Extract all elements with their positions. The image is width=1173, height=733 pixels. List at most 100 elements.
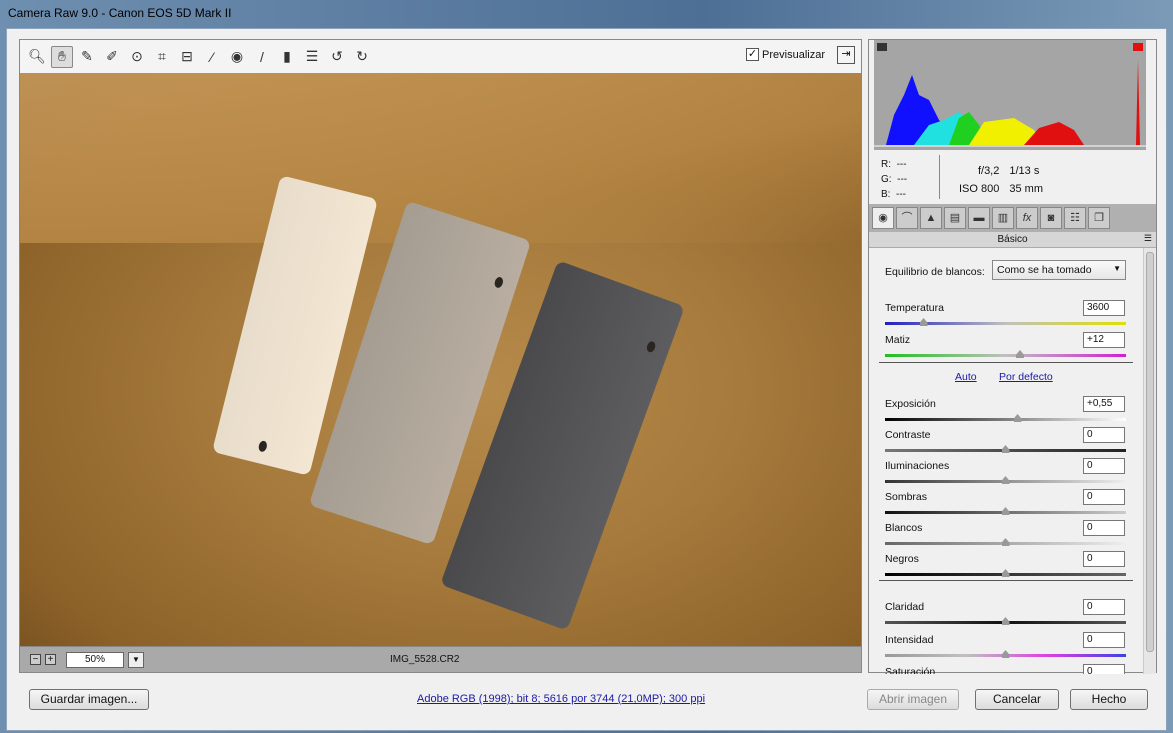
slider-value-input[interactable]: 0 bbox=[1083, 427, 1125, 443]
rotate-right-icon[interactable]: ↻ bbox=[351, 46, 373, 68]
done-button[interactable]: Hecho bbox=[1070, 689, 1148, 710]
slider-label: Sombras bbox=[885, 491, 928, 503]
zoom-tool-icon[interactable]: 🔍︎ bbox=[26, 46, 48, 68]
tab-effects-icon[interactable]: fx bbox=[1016, 207, 1038, 229]
image-status-bar: − + 50% ▼ IMG_5528.CR2 bbox=[19, 646, 862, 673]
panel-scrollbar[interactable] bbox=[1143, 248, 1156, 674]
focal-length: 35 mm bbox=[1009, 183, 1043, 195]
slider-value-input[interactable]: +12 bbox=[1083, 332, 1125, 348]
basic-panel: Equilibrio de blancos: Como se ha tomado… bbox=[869, 250, 1143, 674]
save-image-button[interactable]: Guardar imagen... bbox=[29, 689, 149, 710]
default-link[interactable]: Por defecto bbox=[999, 371, 1053, 383]
slider-thumb[interactable] bbox=[1001, 569, 1010, 577]
tab-tone-curve-icon[interactable]: ⌒ bbox=[896, 207, 918, 229]
slider-value-input[interactable]: 0 bbox=[1083, 632, 1125, 648]
tab-camera-calibration-icon[interactable]: ◙ bbox=[1040, 207, 1062, 229]
slider-track[interactable] bbox=[885, 617, 1126, 625]
chevron-down-icon[interactable]: ▼ bbox=[128, 651, 144, 668]
slider-value-input[interactable]: +0,55 bbox=[1083, 396, 1125, 412]
tab-hsl-icon[interactable]: ▤ bbox=[944, 207, 966, 229]
red-eye-tool-icon[interactable]: ◉ bbox=[226, 46, 248, 68]
shutter: 1/13 s bbox=[1009, 165, 1040, 177]
zoom-in-button[interactable]: + bbox=[45, 654, 56, 665]
preview-checkbox[interactable]: ✓ bbox=[746, 48, 760, 61]
slider-track[interactable] bbox=[885, 414, 1126, 422]
b-value: --- bbox=[896, 189, 907, 200]
slider-value-input[interactable]: 0 bbox=[1083, 458, 1125, 474]
tab-detail-icon[interactable]: ▲ bbox=[920, 207, 942, 229]
cancel-button[interactable]: Cancelar bbox=[975, 689, 1059, 710]
slider-track[interactable] bbox=[885, 507, 1126, 515]
slider-thumb[interactable] bbox=[1001, 650, 1010, 658]
slider-thumb[interactable] bbox=[1001, 507, 1010, 515]
preview-toggle[interactable]: ✓ Previsualizar bbox=[746, 48, 825, 61]
color-sampler-tool-icon[interactable]: ✐ bbox=[101, 46, 123, 68]
targeted-adjustment-tool-icon[interactable]: ⊙ bbox=[126, 46, 148, 68]
rotate-left-icon[interactable]: ↺ bbox=[326, 46, 348, 68]
slider-track[interactable] bbox=[885, 350, 1126, 358]
g-label: G: bbox=[881, 174, 892, 185]
slider-label: Intensidad bbox=[885, 634, 934, 646]
graduated-filter-icon[interactable]: ▮ bbox=[276, 46, 298, 68]
slider-value-input[interactable]: 0 bbox=[1083, 599, 1125, 615]
slider-value-input[interactable]: 0 bbox=[1083, 551, 1125, 567]
slider-thumb[interactable] bbox=[919, 318, 928, 326]
r-label: R: bbox=[881, 159, 891, 170]
filename: IMG_5528.CR2 bbox=[390, 654, 460, 665]
shadow-clipping-icon[interactable] bbox=[877, 43, 887, 51]
slider-thumb[interactable] bbox=[1001, 538, 1010, 546]
slider-thumb[interactable] bbox=[1001, 476, 1010, 484]
slider-label: Claridad bbox=[885, 601, 925, 613]
slider-track[interactable] bbox=[885, 445, 1126, 453]
preview-label: Previsualizar bbox=[762, 48, 825, 61]
adjustment-brush-icon[interactable]: / bbox=[251, 46, 273, 68]
preferences-list-icon[interactable]: ☰ bbox=[301, 46, 323, 68]
auto-link[interactable]: Auto bbox=[955, 371, 977, 383]
spot-removal-tool-icon[interactable]: ⁄ bbox=[201, 46, 223, 68]
slider-track[interactable] bbox=[885, 538, 1126, 546]
wb-select[interactable]: Como se ha tomado ▼ bbox=[992, 260, 1126, 280]
exif-info: f/3,2 ISO 800 1/13 s 35 mm bbox=[959, 162, 1043, 198]
histogram-red-clip bbox=[1136, 60, 1140, 145]
slider-value-input[interactable]: 0 bbox=[1083, 520, 1125, 536]
highlight-clipping-icon[interactable] bbox=[1133, 43, 1143, 51]
slider-value-input[interactable]: 0 bbox=[1083, 664, 1125, 674]
hand-tool-icon[interactable]: ✋︎ bbox=[51, 45, 73, 68]
open-image-button[interactable]: Abrir imagen bbox=[867, 689, 959, 710]
toolbar: 🔍︎ ✋︎ ✎ ✐ ⊙ ⌗ ⊟ ⁄ ◉ / ▮ ☰ ↺ ↻ ✓ Previsua… bbox=[19, 39, 862, 73]
slider-label: Iluminaciones bbox=[885, 460, 950, 472]
tab-basic-icon[interactable]: ◉ bbox=[872, 207, 894, 229]
slider-thumb[interactable] bbox=[1013, 414, 1022, 422]
slider-thumb[interactable] bbox=[1015, 350, 1024, 358]
slider-track[interactable] bbox=[885, 476, 1126, 484]
slider-label: Blancos bbox=[885, 522, 923, 534]
slider-value-input[interactable]: 0 bbox=[1083, 489, 1125, 505]
zoom-level-select[interactable]: 50% bbox=[66, 651, 124, 668]
slider-label: Contraste bbox=[885, 429, 931, 441]
crop-tool-icon[interactable]: ⌗ bbox=[151, 46, 173, 68]
zoom-out-button[interactable]: − bbox=[30, 654, 41, 665]
panel-menu-icon[interactable]: ☰ bbox=[1144, 233, 1152, 244]
histogram bbox=[874, 40, 1146, 150]
camera-raw-dialog: 🔍︎ ✋︎ ✎ ✐ ⊙ ⌗ ⊟ ⁄ ◉ / ▮ ☰ ↺ ↻ ✓ Previsua… bbox=[6, 28, 1167, 731]
slider-track[interactable] bbox=[885, 318, 1126, 326]
image-preview[interactable] bbox=[19, 73, 862, 646]
fullscreen-icon[interactable]: ⇥ bbox=[837, 46, 855, 64]
slider-track[interactable] bbox=[885, 650, 1126, 658]
workflow-options-link[interactable]: Adobe RGB (1998); bit 8; 5616 por 3744 (… bbox=[417, 693, 705, 705]
scrollbar-thumb[interactable] bbox=[1146, 252, 1154, 652]
slider-thumb[interactable] bbox=[1001, 617, 1010, 625]
tab-presets-icon[interactable]: ☷ bbox=[1064, 207, 1086, 229]
tab-lens-corrections-icon[interactable]: ▥ bbox=[992, 207, 1014, 229]
white-balance-tool-icon[interactable]: ✎ bbox=[76, 46, 98, 68]
slider-track[interactable] bbox=[885, 569, 1126, 577]
b-label: B: bbox=[881, 189, 891, 200]
right-panel: R: --- G: --- B: --- f/3,2 ISO 800 1/13 … bbox=[868, 39, 1157, 674]
tab-snapshots-icon[interactable]: ❐ bbox=[1088, 207, 1110, 229]
slider-thumb[interactable] bbox=[1001, 445, 1010, 453]
tab-split-toning-icon[interactable]: ▬ bbox=[968, 207, 990, 229]
wb-label: Equilibrio de blancos: bbox=[885, 266, 985, 278]
slider-value-input[interactable]: 3600 bbox=[1083, 300, 1125, 316]
straighten-tool-icon[interactable]: ⊟ bbox=[176, 46, 198, 68]
r-value: --- bbox=[896, 159, 907, 170]
